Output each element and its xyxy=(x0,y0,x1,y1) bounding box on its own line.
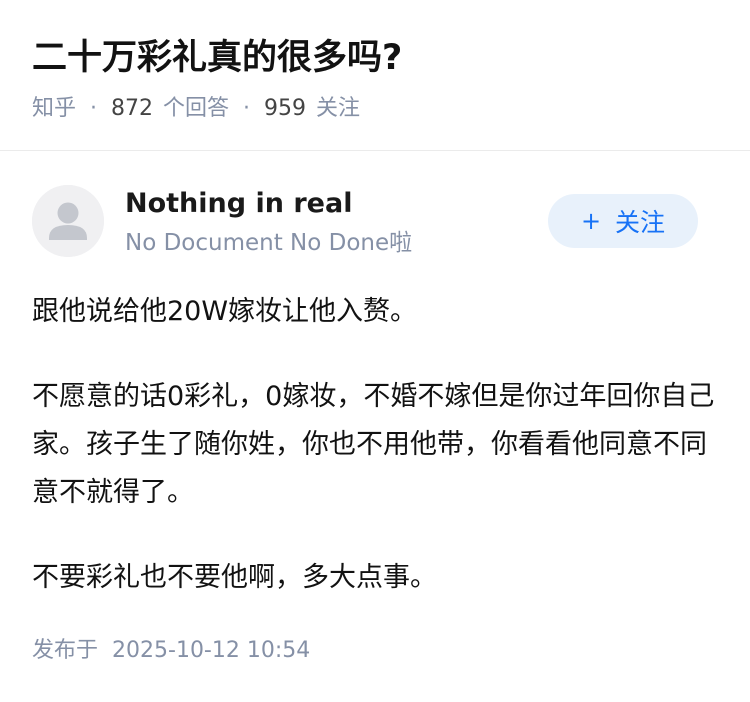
answer-paragraph: 跟他说给他20W嫁妆让他入赘。 xyxy=(32,296,418,327)
meta-separator: · xyxy=(90,96,98,121)
author-bio: No Document No Done啦 xyxy=(125,230,413,256)
author-name[interactable]: Nothing in real xyxy=(125,184,352,224)
default-avatar-icon xyxy=(32,185,104,257)
publish-label: 发布于 xyxy=(32,638,99,663)
answer-count-label: 个回答 xyxy=(163,96,230,121)
answer-count: 872 xyxy=(111,96,154,121)
publish-time: 发布于 2025-10-12 10:54 xyxy=(32,634,310,668)
avatar[interactable] xyxy=(32,185,104,257)
follower-count: 959 xyxy=(264,96,307,121)
answer-paragraph: 不要彩礼也不要他啊，多大点事。 xyxy=(32,562,437,593)
follow-button[interactable]: + 关注 xyxy=(548,194,698,248)
answer-content: 跟他说给他20W嫁妆让他入赘。 不愿意的话0彩礼，0嫁妆，不婚不嫁但是你过年回你… xyxy=(32,288,722,639)
source-label[interactable]: 知乎 xyxy=(32,92,76,126)
question-header: 二十万彩礼真的很多吗? 知乎 · 872 个回答 · 959 关注 xyxy=(0,0,750,151)
follower-count-label: 关注 xyxy=(316,96,361,121)
plus-icon: + xyxy=(580,207,602,235)
follower-count-link[interactable]: 959 关注 xyxy=(264,92,360,126)
answer-count-link[interactable]: 872 个回答 xyxy=(111,92,229,126)
question-meta: 知乎 · 872 个回答 · 959 关注 xyxy=(32,92,360,126)
meta-separator: · xyxy=(243,96,251,121)
question-title[interactable]: 二十万彩礼真的很多吗? xyxy=(32,32,402,84)
publish-timestamp: 2025-10-12 10:54 xyxy=(112,638,311,663)
author-info: Nothing in real No Document No Done啦 + 关… xyxy=(0,152,750,272)
answer-paragraph: 不愿意的话0彩礼，0嫁妆，不婚不嫁但是你过年回你自己家。孩子生了随你姓，你也不用… xyxy=(32,381,715,508)
follow-button-label: 关注 xyxy=(615,208,666,237)
